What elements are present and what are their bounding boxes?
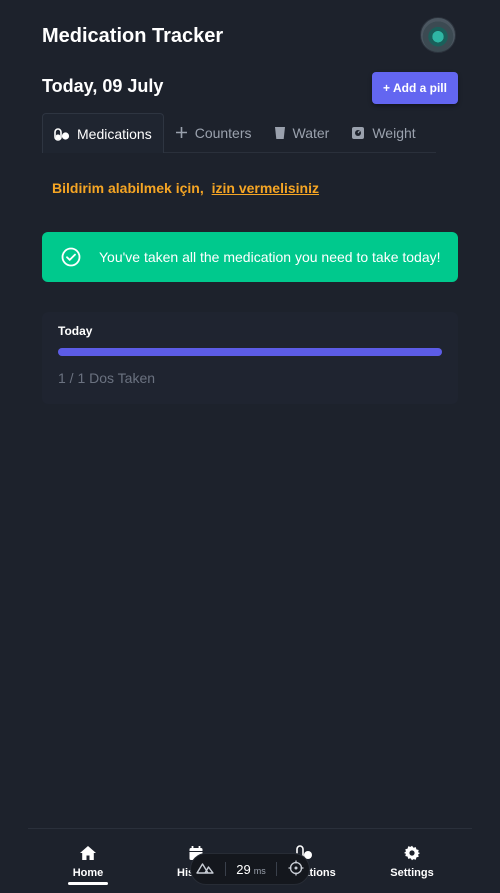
dose-count: 1 / 1 Dos Taken [58, 370, 156, 386]
crosshair-icon[interactable] [288, 860, 304, 879]
nav-settings[interactable]: Settings [362, 845, 462, 879]
divider [224, 862, 226, 876]
render-time: 29 ms [236, 862, 265, 877]
scale-icon [351, 126, 365, 140]
divider [276, 862, 278, 876]
tab-label: Medications [77, 125, 152, 142]
app-title: Medication Tracker [42, 25, 224, 47]
nav-label: Settings [390, 867, 434, 879]
tab-counters[interactable]: Counters [164, 113, 263, 152]
permission-link[interactable]: izin vermelisiniz [212, 180, 319, 196]
tab-label: Water [292, 124, 330, 141]
home-icon [79, 845, 97, 867]
pills-icon [54, 127, 70, 141]
tab-medications[interactable]: Medications [42, 113, 164, 153]
plus-icon [175, 126, 188, 139]
success-alert: You've taken all the medication you need… [42, 232, 458, 282]
success-message: You've taken all the medication you need… [99, 249, 441, 265]
render-time-value: 29 [236, 861, 251, 877]
notification-permission-notice: Bildirim alabilmek için, izin vermelisin… [52, 180, 319, 196]
tab-label: Weight [372, 124, 416, 141]
notice-text: Bildirim alabilmek için, [52, 180, 204, 196]
avatar[interactable] [420, 17, 456, 53]
progress-bar [58, 348, 442, 356]
active-nav-indicator [68, 882, 108, 885]
progress-label: Today [58, 324, 93, 338]
gear-icon [404, 845, 420, 867]
date-title: Today, 09 July [42, 76, 164, 96]
tab-bar: Medications Counters Water Weight [42, 113, 436, 153]
date-row: Today, 09 July + Add a pill [42, 72, 458, 106]
render-time-unit: ms [253, 865, 266, 876]
tab-weight[interactable]: Weight [340, 113, 426, 152]
add-pill-button[interactable]: + Add a pill [372, 72, 458, 104]
tab-label: Counters [194, 124, 252, 141]
nav-home[interactable]: Home [38, 845, 138, 879]
nuxt-logo-icon [196, 862, 214, 877]
app-header: Medication Tracker [42, 24, 458, 50]
nav-label: Home [72, 867, 104, 879]
check-circle-icon [61, 247, 81, 267]
progress-card: Today 1 / 1 Dos Taken [42, 312, 458, 404]
glass-icon [274, 126, 286, 140]
progress-bar-fill [58, 348, 442, 356]
tab-water[interactable]: Water [263, 113, 341, 152]
devtools-bar[interactable]: 29 ms [190, 853, 310, 885]
